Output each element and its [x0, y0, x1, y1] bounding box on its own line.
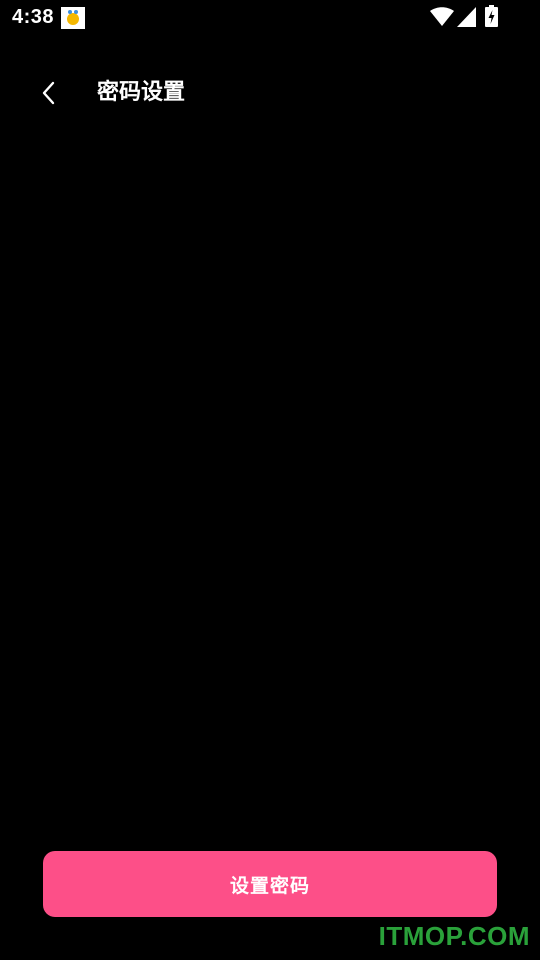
signal-icon	[457, 7, 476, 27]
status-time: 4:38	[12, 6, 55, 28]
status-bar: 4:38	[0, 0, 540, 36]
set-password-label: 设置密码	[229, 874, 310, 897]
watermark: ITMOP.COM	[378, 921, 530, 951]
set-password-button[interactable]: 设置密码	[43, 851, 497, 917]
chevron-left-icon	[42, 81, 55, 105]
battery-charging-icon	[485, 5, 498, 27]
wifi-icon	[430, 7, 454, 27]
app-header: 密码设置	[0, 62, 540, 124]
page-title: 密码设置	[97, 80, 186, 105]
back-button[interactable]	[30, 74, 70, 114]
notification-app-icon	[61, 7, 85, 29]
